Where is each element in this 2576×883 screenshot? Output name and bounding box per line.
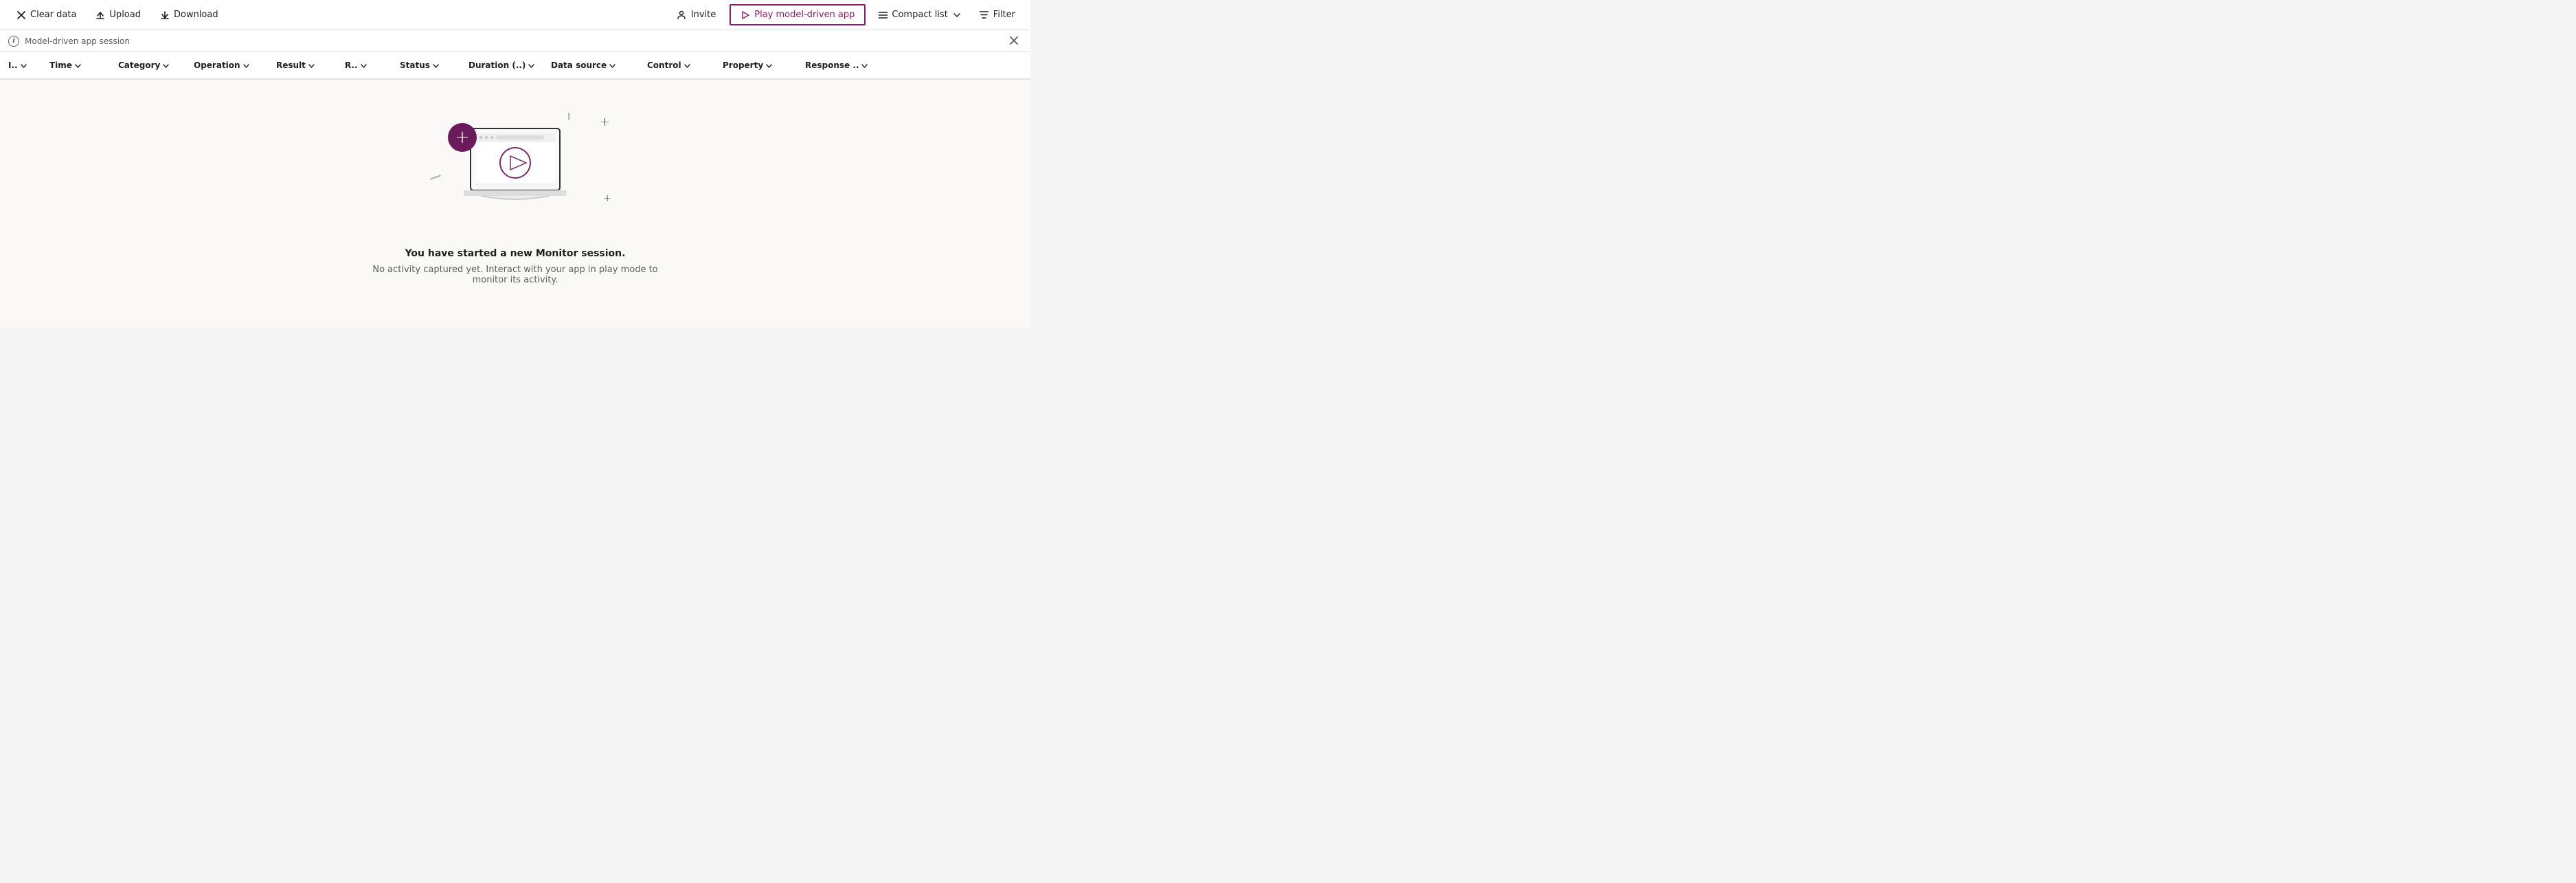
upload-icon [95,10,105,20]
col-time-label: Time [49,60,72,70]
col-header-status[interactable]: Status [392,52,460,78]
col-datasource-label: Data source [551,60,607,70]
session-bar: i Model-driven app session [0,30,1030,52]
compact-list-button[interactable]: Compact list [871,5,967,24]
col-header-response[interactable]: Response .. [797,52,893,78]
col-control-chevron-icon [684,60,690,70]
col-property-chevron-icon [766,60,772,70]
col-duration-label: Duration (..) [468,60,526,70]
empty-state: + | + [0,80,1030,327]
download-icon [160,10,170,20]
col-header-control[interactable]: Control [639,52,714,78]
col-header-property[interactable]: Property [714,52,797,78]
column-headers: I.. Time Category Operation Result R.. [0,52,1030,80]
compact-list-chevron-icon [953,13,960,17]
invite-button[interactable]: Invite [669,5,724,24]
col-response-chevron-icon [861,60,868,70]
play-model-driven-app-button[interactable]: Play model-driven app [730,4,866,25]
col-operation-label: Operation [194,60,240,70]
toolbar-right: Invite Play model-driven app Compact lis… [669,4,1022,25]
illustration: + | + [440,122,591,232]
decorative-line-left-icon [430,175,441,179]
add-session-button[interactable]: + [448,123,477,152]
col-status-chevron-icon [433,60,439,70]
col-result-label: Result [276,60,306,70]
download-button[interactable]: Download [152,5,227,24]
col-r-label: R.. [345,60,358,70]
col-category-label: Category [118,60,160,70]
invite-icon [677,10,687,20]
col-header-r[interactable]: R.. [337,52,392,78]
clear-data-label: Clear data [30,10,76,20]
col-header-category[interactable]: Category [110,52,185,78]
play-icon [741,10,750,20]
laptop-illustration: + | + [440,122,591,225]
info-icon: i [8,36,19,47]
session-close-button[interactable] [1006,33,1022,49]
col-header-time[interactable]: Time [41,52,110,78]
upload-label: Upload [109,10,141,20]
col-i-label: I.. [8,60,18,70]
filter-icon [980,10,989,20]
col-control-label: Control [647,60,681,70]
decorative-line-bottom-icon: + [603,193,611,204]
compact-list-label: Compact list [892,10,947,20]
toolbar: Clear data Upload Download [0,0,1030,30]
clear-data-button[interactable]: Clear data [8,5,84,24]
col-header-i[interactable]: I.. [0,52,41,78]
col-duration-chevron-icon [528,60,534,70]
col-i-chevron-icon [21,60,27,70]
col-r-chevron-icon [361,60,367,70]
col-header-duration[interactable]: Duration (..) [460,52,543,78]
empty-state-title: You have started a new Monitor session. [405,248,626,259]
invite-label: Invite [691,10,716,20]
col-operation-chevron-icon [243,60,249,70]
session-bar-text: Model-driven app session [25,36,130,46]
col-property-label: Property [723,60,763,70]
decorative-cursor-icon: | [567,112,570,120]
col-time-chevron-icon [75,60,81,70]
col-datasource-chevron-icon [609,60,615,70]
col-header-operation[interactable]: Operation [185,52,268,78]
download-label: Download [174,10,218,20]
decorative-plus-top-icon: + [600,116,610,128]
col-header-result[interactable]: Result [268,52,337,78]
play-model-driven-app-label: Play model-driven app [754,10,855,20]
upload-button[interactable]: Upload [87,5,149,24]
clear-data-icon [16,10,26,20]
col-status-label: Status [400,60,430,70]
col-response-label: Response .. [805,60,859,70]
filter-label: Filter [993,10,1015,20]
col-category-chevron-icon [163,60,169,70]
col-result-chevron-icon [308,60,315,70]
toolbar-left: Clear data Upload Download [8,5,666,24]
compact-list-icon [878,10,888,20]
filter-button[interactable]: Filter [973,5,1022,24]
col-header-datasource[interactable]: Data source [543,52,639,78]
empty-state-subtitle: No activity captured yet. Interact with … [371,265,659,285]
